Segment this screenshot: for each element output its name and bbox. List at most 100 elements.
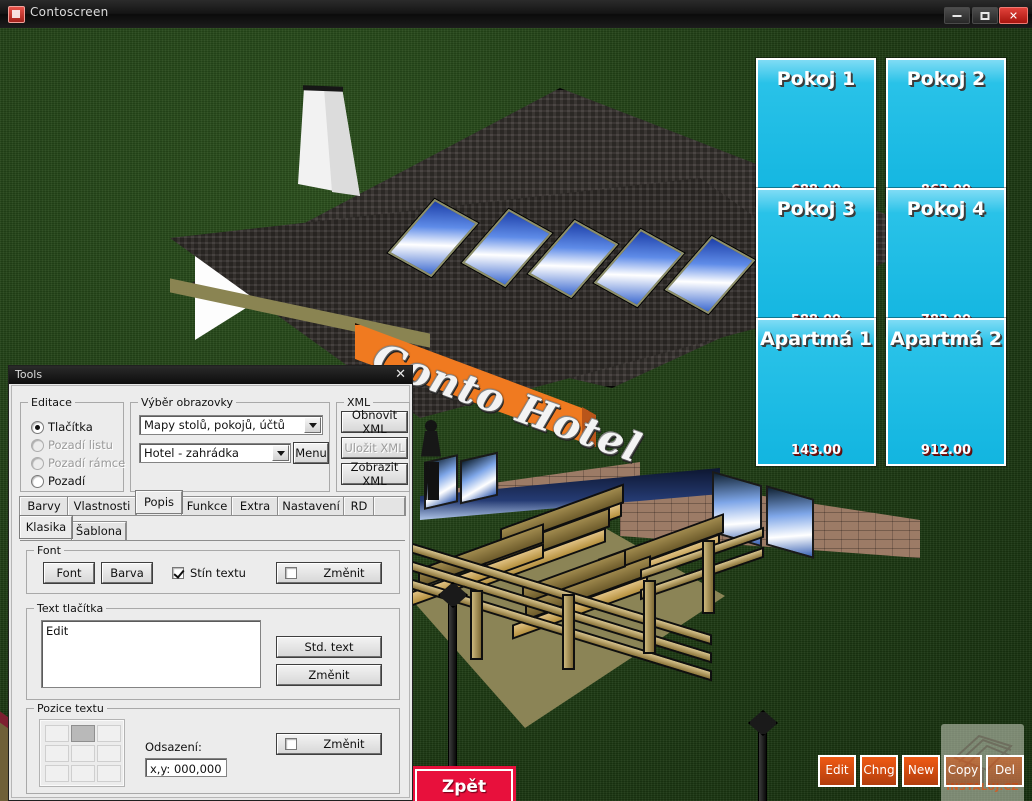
tab-label: Nastavení: [282, 499, 340, 513]
tab-underline: [20, 515, 405, 516]
maximize-button[interactable]: [972, 7, 998, 24]
odsazeni-input[interactable]: x,y: 000,000: [145, 758, 227, 777]
radio-dot-icon: [31, 439, 44, 452]
ulozit-xml-label: Uložit XML: [344, 441, 405, 455]
room-button-value: 143.00: [790, 443, 842, 458]
radio-label: Pozadí rámce: [48, 456, 126, 470]
vyber-obrazovky-group: Výběr obrazovky Mapy stolů, pokojů, účtů…: [130, 396, 330, 492]
std-text-label: Std. text: [304, 640, 354, 654]
tab-barvy[interactable]: Barvy: [20, 497, 68, 515]
position-cell[interactable]: [97, 725, 121, 742]
odsazeni-value: x,y: 000,000: [150, 762, 222, 776]
checkbox-icon: [285, 738, 297, 750]
screen-type-combo[interactable]: Mapy stolů, pokojů, účtů: [139, 415, 323, 435]
tab-label: Funkce: [186, 499, 228, 513]
font-zmenit-label: Změnit: [323, 566, 365, 580]
window-title-bar: Contoscreen ✕: [0, 0, 1032, 29]
tab-rd[interactable]: RD: [344, 497, 374, 515]
text-zmenit-label: Změnit: [308, 668, 350, 682]
barva-button[interactable]: Barva: [102, 563, 152, 583]
back-button[interactable]: Zpět: [415, 769, 513, 801]
editace-legend: Editace: [28, 396, 75, 409]
tools-title-label: Tools: [15, 368, 43, 381]
tab-label: Klasika: [25, 520, 67, 534]
railing-post: [643, 580, 656, 654]
application-window: Contoscreen ✕ Conto Hotel Pokoj 1 Pokoj …: [0, 0, 1032, 801]
room-button-apartma-2[interactable]: Apartmá 2 912.00: [886, 318, 1006, 466]
menu-button-label: Menu: [295, 446, 327, 460]
font-button[interactable]: Font: [44, 563, 94, 583]
ulozit-xml-button[interactable]: Uložit XML: [342, 438, 407, 458]
position-cell[interactable]: [45, 725, 69, 742]
main-tab-strip: Barvy Vlastnosti Popis Funkce Extra Nast…: [20, 491, 405, 516]
room-button-pokoj-2[interactable]: Pokoj 2 863.00: [886, 58, 1006, 206]
tab-funkce[interactable]: Funkce: [182, 497, 232, 515]
radio-label: Pozadí listu: [48, 438, 113, 452]
tab-vlastnosti[interactable]: Vlastnosti: [68, 497, 136, 515]
tab-sablona[interactable]: Šablona: [72, 522, 126, 540]
copy-button[interactable]: Copy: [944, 755, 982, 787]
close-button[interactable]: ✕: [999, 7, 1028, 24]
room-button-pokoj-1[interactable]: Pokoj 1 688.00: [756, 58, 876, 206]
button-text-textarea[interactable]: Edit: [41, 620, 261, 688]
text-zmenit-button[interactable]: Změnit: [277, 665, 381, 685]
button-text-value: Edit: [46, 624, 69, 638]
menu-button[interactable]: Menu: [294, 443, 328, 463]
barva-button-label: Barva: [110, 566, 144, 580]
radio-label: Pozadí: [48, 474, 86, 488]
position-cell[interactable]: [71, 765, 95, 782]
edit-button[interactable]: Edit: [818, 755, 856, 787]
room-button-pokoj-4[interactable]: Pokoj 4 783.00: [886, 188, 1006, 336]
pozice-textu-group: Pozice textu Odsazení: x,y: 000,000 Změn…: [26, 702, 400, 794]
room-button-title: Apartmá 2: [889, 328, 1003, 350]
chng-button-label: Chng: [863, 763, 895, 777]
position-cell[interactable]: [97, 765, 121, 782]
chevron-down-icon[interactable]: [272, 445, 289, 461]
new-button[interactable]: New: [902, 755, 940, 787]
position-cell[interactable]: [97, 745, 121, 762]
del-button[interactable]: Del: [986, 755, 1024, 787]
chng-button[interactable]: Chng: [860, 755, 898, 787]
screen-name-value: Hotel - zahrádka: [144, 446, 239, 460]
tools-body: Editace Tlačítka Pozadí listu Pozadí rám…: [11, 385, 410, 798]
editace-group: Editace Tlačítka Pozadí listu Pozadí rám…: [20, 396, 126, 492]
minimize-button[interactable]: [944, 7, 970, 24]
del-button-label: Del: [995, 763, 1015, 777]
tab-popis[interactable]: Popis: [136, 491, 182, 513]
room-button-pokoj-3[interactable]: Pokoj 3 588.00: [756, 188, 876, 336]
radio-dot-icon: [31, 475, 44, 488]
room-button-title: Pokoj 1: [776, 68, 856, 90]
text-position-grid[interactable]: [39, 719, 125, 787]
tab-empty[interactable]: [374, 497, 405, 515]
edit-button-label: Edit: [825, 763, 849, 777]
back-button-label: Zpět: [441, 777, 487, 797]
tools-window: Tools ✕ Editace Tlačítka Pozadí listu Po…: [8, 365, 413, 801]
room-button-title: Apartmá 1: [759, 328, 873, 350]
room-button-title: Pokoj 3: [776, 198, 856, 220]
tab-extra[interactable]: Extra: [232, 497, 278, 515]
room-button-apartma-1[interactable]: Apartmá 1 143.00: [756, 318, 876, 466]
position-cell[interactable]: [71, 745, 95, 762]
pozice-textu-legend: Pozice textu: [34, 702, 107, 715]
pozice-zmenit-label: Změnit: [323, 737, 365, 751]
std-text-button[interactable]: Std. text: [277, 637, 381, 657]
font-legend: Font: [34, 544, 64, 557]
checkbox-icon: [172, 567, 184, 579]
lamp-post: [758, 728, 767, 801]
tab-klasika[interactable]: Klasika: [20, 516, 72, 538]
chevron-down-icon[interactable]: [304, 417, 321, 433]
vyber-legend: Výběr obrazovky: [138, 396, 236, 409]
position-cell[interactable]: [45, 745, 69, 762]
position-cell[interactable]: [45, 765, 69, 782]
screen-name-combo[interactable]: Hotel - zahrádka: [139, 443, 291, 463]
obnovit-xml-label: Obnovit XML: [351, 408, 398, 436]
zobrazit-xml-button[interactable]: Zobrazit XML: [342, 460, 407, 488]
stin-textu-label: Stín textu: [190, 566, 246, 580]
room-button-value: 912.00: [920, 443, 972, 458]
tab-label: Extra: [239, 499, 271, 513]
radio-dot-icon: [31, 421, 44, 434]
position-cell-selected[interactable]: [71, 725, 95, 742]
tools-close-icon[interactable]: ✕: [395, 367, 406, 382]
obnovit-xml-button[interactable]: Obnovit XML: [342, 408, 407, 436]
tab-nastaveni[interactable]: Nastavení: [278, 497, 344, 515]
